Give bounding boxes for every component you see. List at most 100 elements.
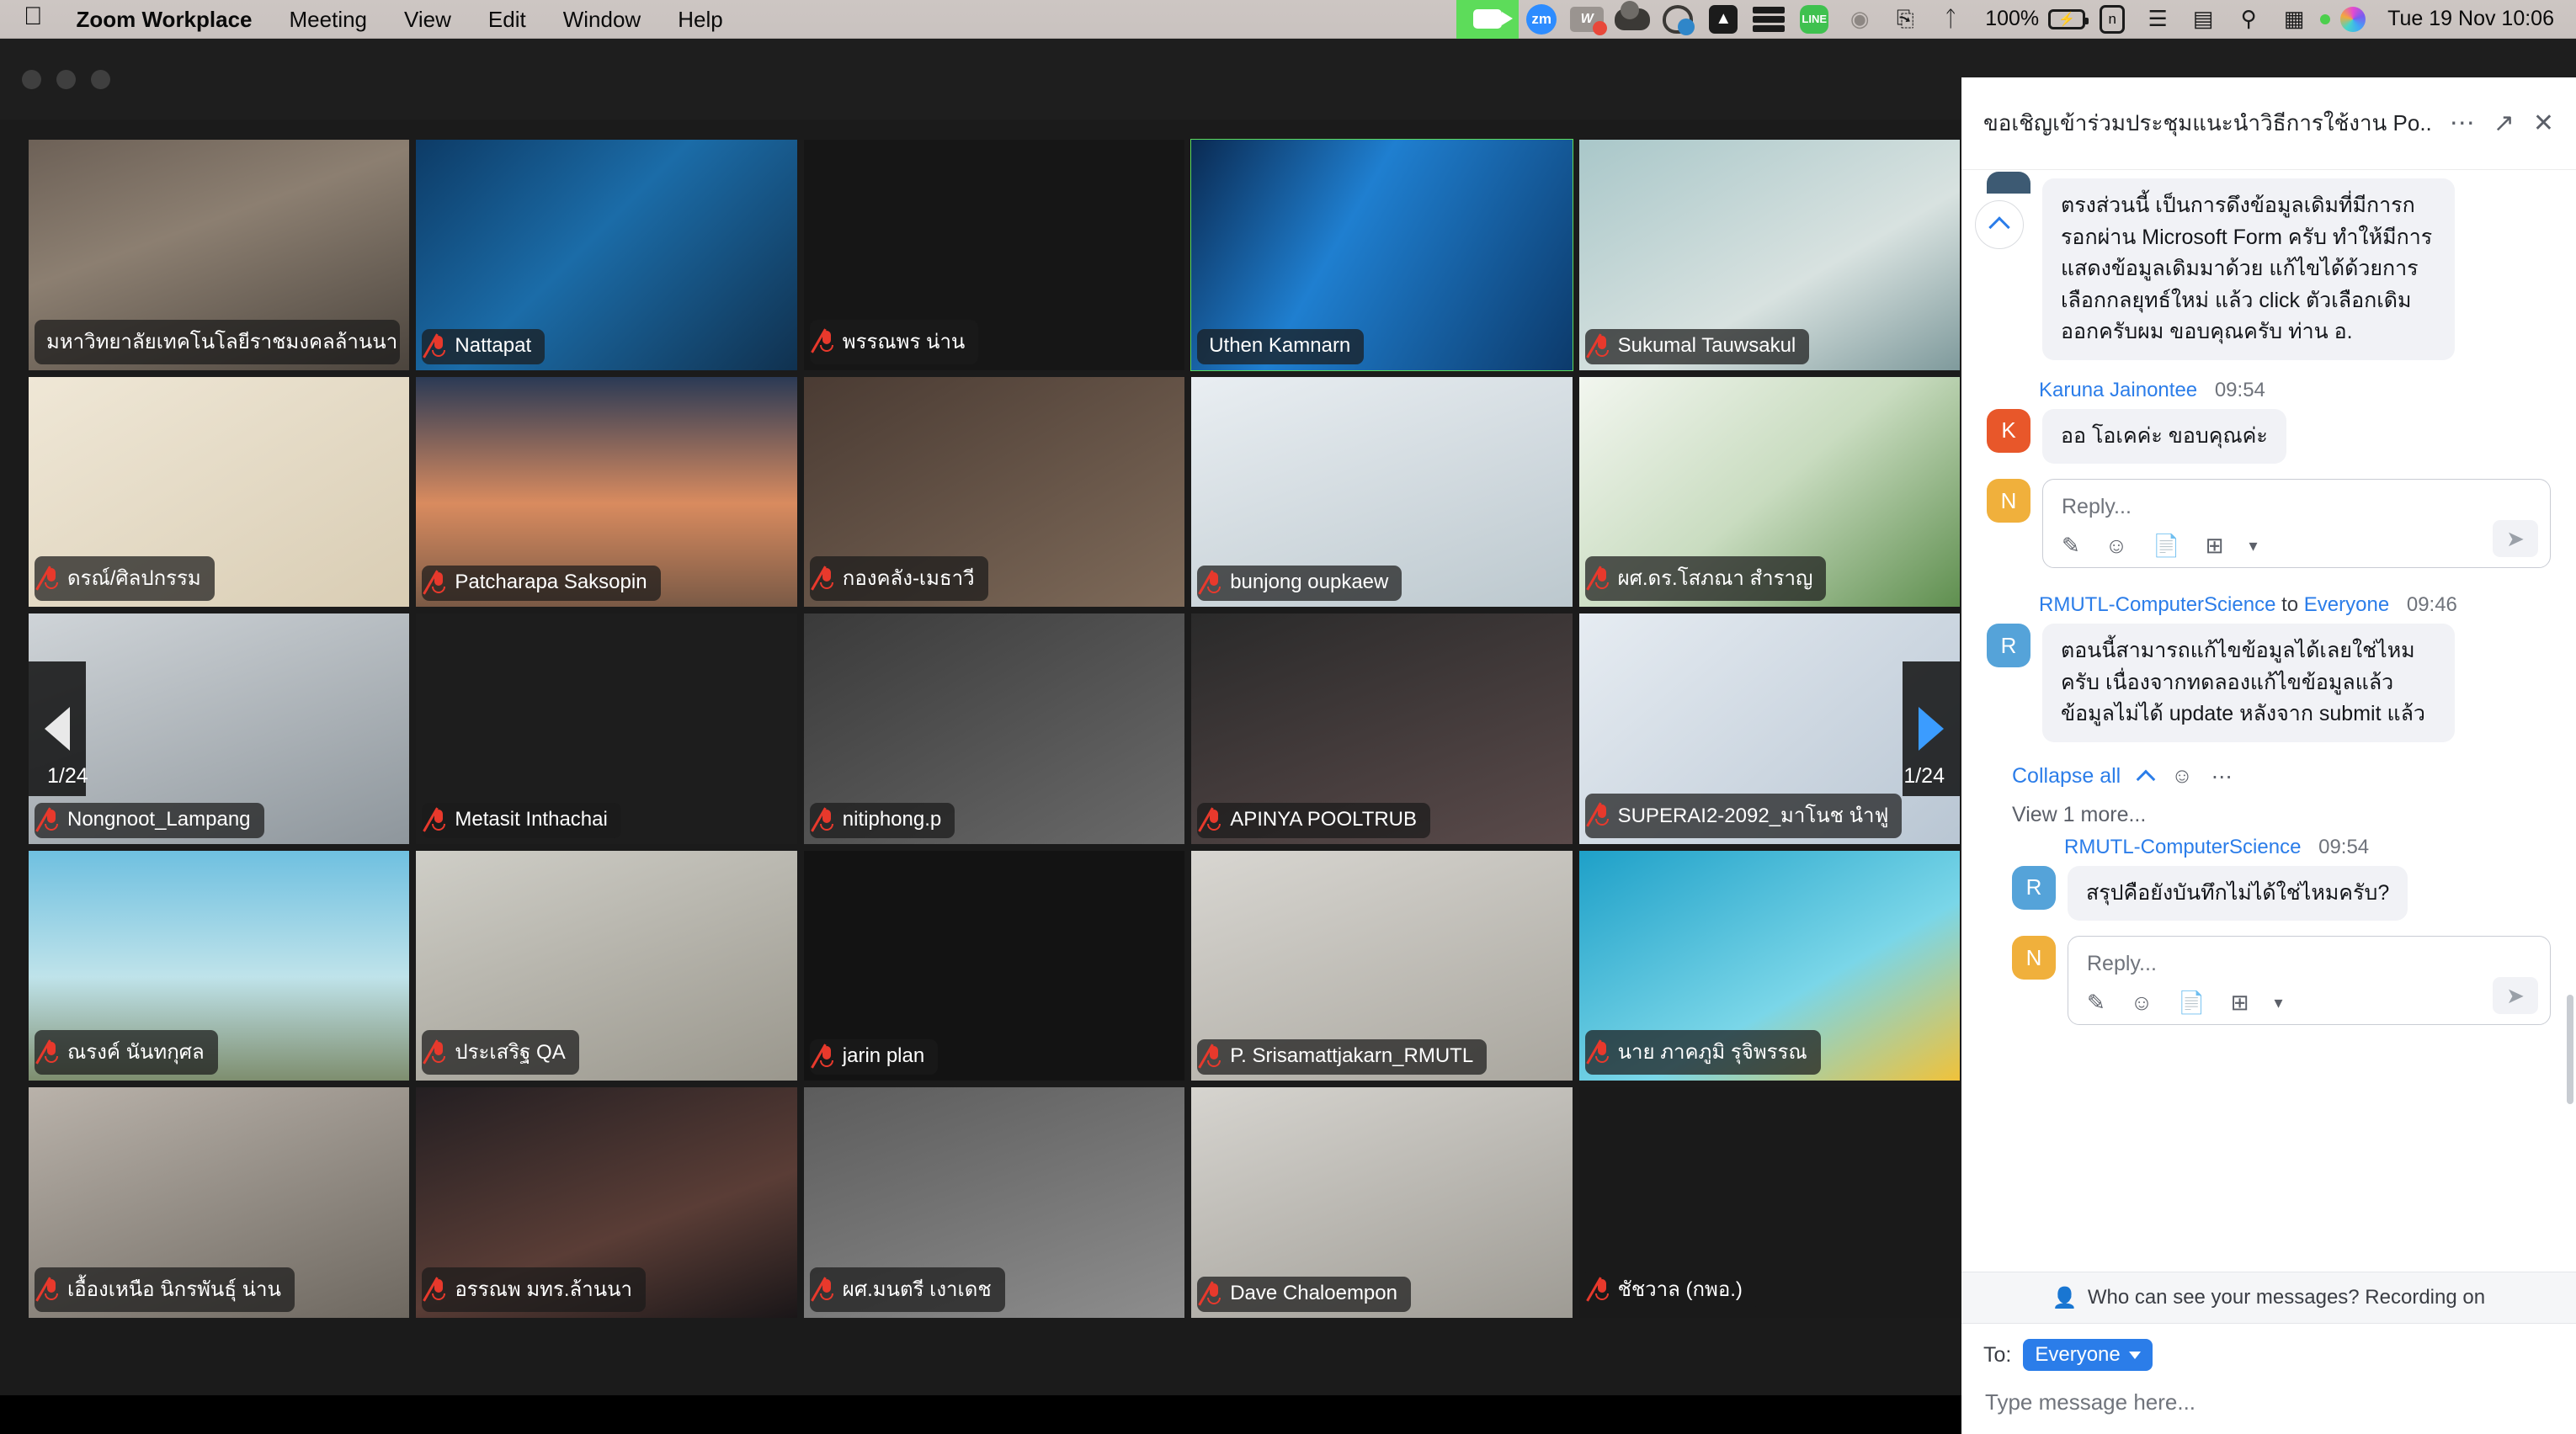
- menubar-clock[interactable]: Tue 19 Nov 10:06: [2376, 7, 2559, 31]
- chat-scrollbar[interactable]: [2567, 995, 2573, 1104]
- search-icon[interactable]: ⚲: [2226, 0, 2271, 39]
- menu-help[interactable]: Help: [659, 0, 741, 39]
- file-icon[interactable]: 📄: [2153, 533, 2179, 559]
- weibo-icon[interactable]: [1655, 0, 1700, 39]
- participant-name: ผศ.มนตรี เงาเดช: [842, 1278, 992, 1301]
- participant-tile[interactable]: ณรงค์ นันทกุศล: [29, 850, 410, 1081]
- participant-tile[interactable]: Metasit Inthachai: [416, 613, 797, 844]
- privacy-notice-text[interactable]: Who can see your messages? Recording on: [2088, 1286, 2485, 1309]
- apple-logo-icon[interactable]: : [19, 3, 58, 36]
- chevron-up-icon[interactable]: [2136, 769, 2156, 789]
- participant-tile[interactable]: Sukumal Tauwsakul: [1578, 140, 1960, 370]
- reply-composer[interactable]: N Reply... ✎ ☺ 📄 ⊞ ▾ ➤: [1961, 464, 2576, 568]
- send-button[interactable]: ➤: [2493, 520, 2538, 557]
- bluetooth-off-icon[interactable]: ᛏ: [1928, 0, 1973, 39]
- view-more-button[interactable]: View 1 more...: [1961, 789, 2576, 836]
- reply-input-wrapper[interactable]: Reply... ✎ ☺ 📄 ⊞ ▾ ➤: [2068, 936, 2551, 1025]
- menu-zoom-workplace[interactable]: Zoom Workplace: [58, 0, 271, 39]
- recording-indicator-dot: [2320, 13, 2331, 24]
- participant-tile[interactable]: ดรณ์/ศิลปกรรม: [29, 376, 410, 608]
- close-icon[interactable]: ✕: [2533, 109, 2554, 138]
- participant-tile[interactable]: ประเสริฐ QA: [416, 850, 797, 1081]
- siri-icon[interactable]: [2330, 0, 2376, 39]
- format-text-icon[interactable]: ✎: [2062, 533, 2080, 559]
- participant-tile[interactable]: Nattapat: [416, 140, 797, 370]
- collapse-thread-button[interactable]: [1975, 200, 2024, 249]
- wifi-icon[interactable]: ☰: [2135, 0, 2180, 39]
- ellipsis-icon[interactable]: ⋯: [2450, 109, 2475, 138]
- zoom-menubar-icon[interactable]: zm: [1519, 0, 1564, 39]
- menu-view[interactable]: View: [386, 0, 470, 39]
- notification-center-icon[interactable]: ▦: [2271, 0, 2317, 39]
- camera-active-icon[interactable]: [1456, 0, 1520, 39]
- collapse-all-button[interactable]: Collapse all: [2012, 764, 2121, 789]
- message-sender[interactable]: Karuna Jainontee: [2039, 379, 2197, 401]
- line-icon[interactable]: LINE: [1791, 0, 1837, 39]
- chat-panel-header: ขอเชิญเข้าร่วมประชุมแนะนำวิธีการใช้งาน P…: [1961, 77, 2576, 170]
- chevron-down-icon[interactable]: ▾: [2249, 535, 2258, 556]
- recipient-selector[interactable]: Everyone: [2023, 1339, 2153, 1371]
- reply-input[interactable]: Reply...: [2082, 948, 2536, 990]
- participant-tile[interactable]: ผศ.ดร.โสภณา สำราญ: [1578, 376, 1960, 608]
- pop-out-icon[interactable]: ↗: [2494, 109, 2515, 138]
- emoji-icon[interactable]: ☺: [2131, 990, 2153, 1016]
- participant-tile[interactable]: ชัชวาล (กพอ.): [1578, 1087, 1960, 1318]
- participant-tile[interactable]: Uthen Kamnarn: [1190, 139, 1573, 371]
- participant-tile[interactable]: เอื้องเหนือ นิกรพันธุ์ น่าน: [29, 1087, 410, 1318]
- stack-icon[interactable]: [1746, 0, 1791, 39]
- onedrive-icon[interactable]: [1610, 0, 1655, 39]
- participant-tile[interactable]: nitiphong.p: [803, 613, 1185, 844]
- message-sender[interactable]: RMUTL-ComputerScience: [2039, 593, 2275, 616]
- participant-tile[interactable]: Patcharapa Saksopin: [416, 376, 797, 608]
- message-text: ตรงส่วนนี้ เป็นการดึงข้อมูลเดิมที่มีการก…: [2042, 178, 2455, 360]
- chat-message-list[interactable]: ตรงส่วนนี้ เป็นการดึงข้อมูลเดิมที่มีการก…: [1961, 170, 2576, 1272]
- minimize-window-button[interactable]: [56, 69, 76, 89]
- participant-tile[interactable]: jarin plan: [803, 850, 1185, 1081]
- participant-name-badge: ผศ.มนตรี เงาเดช: [809, 1267, 1005, 1312]
- participant-tile[interactable]: bunjong oupkaew: [1191, 376, 1573, 608]
- airplay-audio-icon[interactable]: ◉: [1837, 0, 1882, 39]
- reply-input[interactable]: Reply...: [2057, 491, 2536, 533]
- participant-tile[interactable]: มหาวิทยาลัยเทคโนโลยีราชมงคลล้านนา: [29, 140, 410, 370]
- menu-window[interactable]: Window: [545, 0, 659, 39]
- reply-composer[interactable]: N Reply... ✎ ☺ 📄 ⊞ ▾ ➤: [1961, 921, 2576, 1025]
- battery-icon[interactable]: ⚡: [2044, 0, 2089, 39]
- format-text-icon[interactable]: ✎: [2087, 990, 2105, 1016]
- control-center-icon[interactable]: ▤: [2180, 0, 2226, 39]
- emoji-icon[interactable]: ☺: [2105, 533, 2128, 559]
- participant-name-badge: ผศ.ดร.โสภณา สำราญ: [1584, 556, 1827, 602]
- page-indicator-right: 1/24: [1903, 764, 1945, 788]
- close-window-button[interactable]: [22, 69, 41, 89]
- message-to-label: to: [2281, 593, 2299, 616]
- screen-mirroring-icon[interactable]: ⎘: [1882, 0, 1928, 39]
- participant-tile[interactable]: กองคลัง-เมธาวี: [803, 376, 1185, 608]
- adobe-icon[interactable]: ▲: [1700, 0, 1746, 39]
- recipient-label: Everyone: [2035, 1343, 2121, 1366]
- participant-tile[interactable]: อรรณพ มทร.ล้านนา: [416, 1087, 797, 1318]
- add-reaction-icon[interactable]: ☺: [2171, 764, 2193, 789]
- participant-name-badge: Nongnoot_Lampang: [35, 802, 264, 838]
- message-to-target[interactable]: Everyone: [2304, 593, 2389, 616]
- participant-tile[interactable]: APINYA POOLTRUB: [1191, 613, 1573, 844]
- screenshot-icon[interactable]: ⊞: [2206, 533, 2224, 559]
- message-input[interactable]: Type message here...: [1983, 1371, 2554, 1434]
- file-icon[interactable]: 📄: [2178, 990, 2205, 1016]
- participant-tile[interactable]: พรรณพร น่าน: [803, 140, 1185, 370]
- participant-tile[interactable]: Dave Chaloempon: [1191, 1087, 1573, 1318]
- menu-meeting[interactable]: Meeting: [271, 0, 386, 39]
- participant-tile[interactable]: ผศ.มนตรี เงาเดช: [803, 1087, 1185, 1318]
- chevron-down-icon[interactable]: ▾: [2275, 992, 2283, 1013]
- participant-tile[interactable]: นาย ภาคภูมิ รุจิพรรณ: [1578, 850, 1960, 1081]
- message-sender[interactable]: RMUTL-ComputerScience: [2064, 836, 2301, 858]
- wps-office-icon[interactable]: W: [1564, 0, 1610, 39]
- n-app-icon[interactable]: n: [2089, 0, 2135, 39]
- ellipsis-icon[interactable]: ⋯: [2211, 764, 2233, 789]
- send-button[interactable]: ➤: [2493, 977, 2538, 1014]
- menu-edit[interactable]: Edit: [470, 0, 545, 39]
- participant-tile[interactable]: P. Srisamattjakarn_RMUTL: [1191, 850, 1573, 1081]
- screenshot-icon[interactable]: ⊞: [2231, 990, 2249, 1016]
- muted-microphone-icon: [818, 1277, 835, 1301]
- privacy-notice[interactable]: 👤 Who can see your messages? Recording o…: [1961, 1272, 2576, 1324]
- maximize-window-button[interactable]: [91, 69, 110, 89]
- reply-input-wrapper[interactable]: Reply... ✎ ☺ 📄 ⊞ ▾ ➤: [2042, 479, 2551, 568]
